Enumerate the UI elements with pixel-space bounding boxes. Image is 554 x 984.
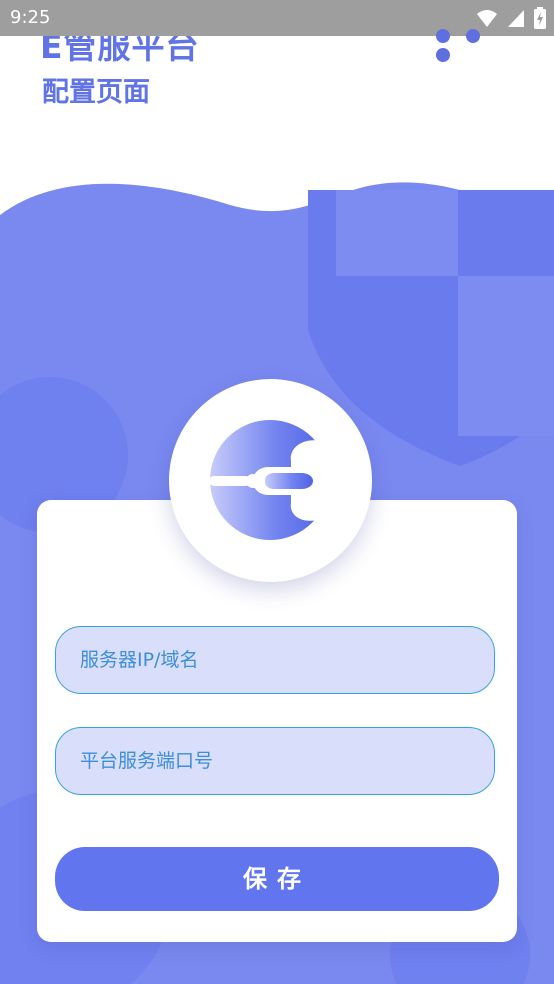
- dot: [436, 29, 450, 43]
- app-logo-icon: [209, 420, 332, 540]
- status-time: 9:25: [10, 7, 51, 28]
- cellular-signal-icon: [507, 10, 524, 27]
- dot: [436, 48, 450, 62]
- page-subtitle: 配置页面: [42, 77, 150, 108]
- status-icons: [472, 7, 546, 29]
- port-input[interactable]: [56, 728, 494, 794]
- dot: [466, 29, 480, 43]
- more-dots-icon[interactable]: [436, 28, 520, 62]
- server-address-input[interactable]: [56, 627, 494, 693]
- port-field[interactable]: [55, 727, 495, 795]
- logo-badge: [169, 379, 372, 582]
- server-address-field[interactable]: [55, 626, 495, 694]
- wifi-icon: [476, 10, 497, 27]
- save-button[interactable]: 保存: [55, 847, 499, 911]
- battery-icon: [534, 7, 546, 29]
